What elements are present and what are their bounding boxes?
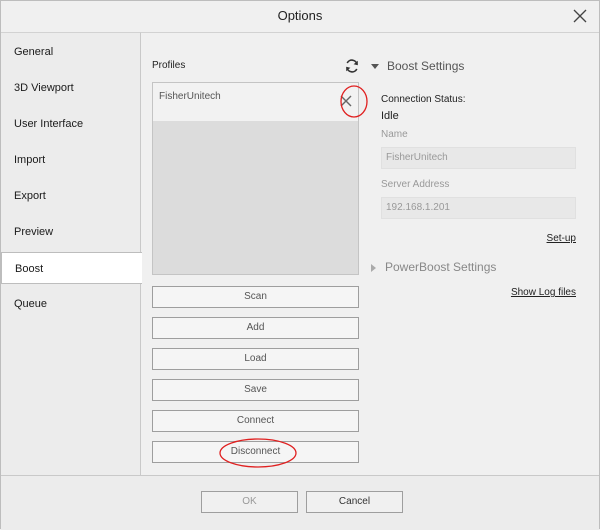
expand-right-icon: [371, 263, 376, 272]
powerboost-settings-header[interactable]: PowerBoost Settings: [371, 260, 496, 274]
refresh-icon[interactable]: [344, 58, 360, 74]
cancel-button[interactable]: Cancel: [306, 491, 403, 513]
add-button[interactable]: Add: [152, 317, 359, 339]
save-button[interactable]: Save: [152, 379, 359, 401]
connect-button[interactable]: Connect: [152, 410, 359, 432]
connection-status-label: Connection Status:: [381, 94, 466, 105]
ok-button[interactable]: OK: [201, 491, 298, 513]
window-title: Options: [277, 8, 323, 23]
boost-settings-header[interactable]: Boost Settings: [371, 59, 464, 73]
options-window: Options General 3D Viewport User Interfa…: [0, 0, 600, 530]
setup-link[interactable]: Set-up: [536, 233, 576, 244]
close-icon[interactable]: [569, 5, 591, 27]
name-field: FisherUnitech: [381, 147, 576, 169]
sidebar-item-general[interactable]: General: [1, 37, 141, 67]
sidebar: General 3D Viewport User Interface Impor…: [1, 32, 142, 475]
sidebar-item-boost[interactable]: Boost: [1, 252, 142, 284]
sidebar-item-queue[interactable]: Queue: [1, 289, 141, 319]
name-label: Name: [381, 129, 408, 140]
profile-name: FisherUnitech: [159, 91, 221, 102]
sidebar-item-user-interface[interactable]: User Interface: [1, 109, 141, 139]
connection-status-value: Idle: [381, 110, 399, 122]
profile-item[interactable]: FisherUnitech: [153, 83, 358, 121]
expand-down-icon: [371, 64, 379, 70]
annotation-circle-icon: [219, 438, 297, 468]
profiles-label: Profiles: [152, 60, 186, 71]
show-log-files-link[interactable]: Show Log files: [496, 287, 576, 298]
powerboost-settings-title: PowerBoost Settings: [385, 260, 497, 274]
load-button[interactable]: Load: [152, 348, 359, 370]
annotation-circle-icon: [340, 85, 368, 118]
scan-button[interactable]: Scan: [152, 286, 359, 308]
boost-panel: Profiles FisherUnitech Scan Add Load Sav…: [141, 32, 599, 475]
profiles-list[interactable]: FisherUnitech: [152, 82, 368, 275]
boost-settings-title: Boost Settings: [387, 59, 465, 73]
sidebar-item-import[interactable]: Import: [1, 145, 141, 175]
title-bar: Options: [1, 1, 599, 31]
dialog-footer: OK Cancel: [1, 475, 599, 530]
sidebar-item-export[interactable]: Export: [1, 181, 141, 211]
server-address-field: 192.168.1.201: [381, 197, 576, 219]
sidebar-item-preview[interactable]: Preview: [1, 217, 141, 247]
server-address-label: Server Address: [381, 179, 450, 190]
sidebar-item-3d-viewport[interactable]: 3D Viewport: [1, 73, 141, 103]
